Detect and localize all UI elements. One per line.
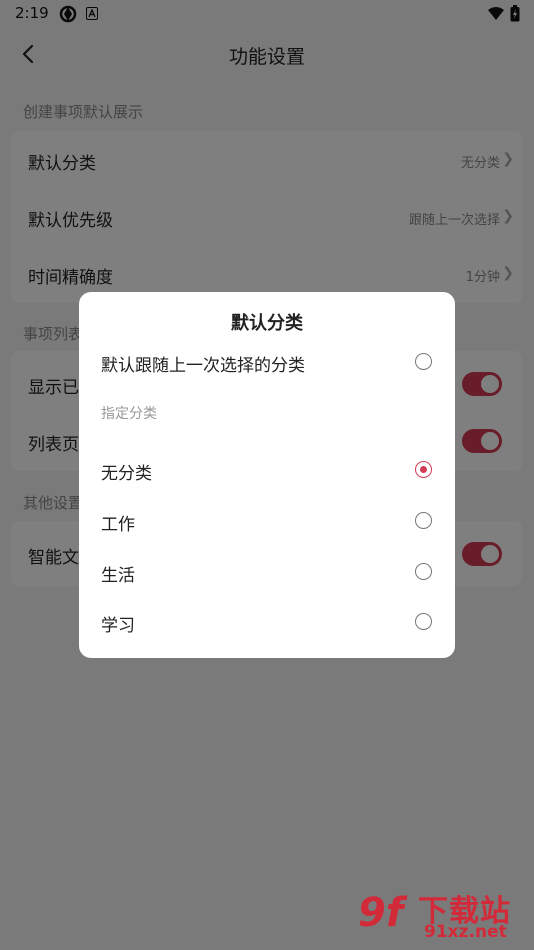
- radio-button[interactable]: [415, 563, 432, 580]
- option-label: 学习: [101, 616, 135, 636]
- watermark-url: 91xz.net: [424, 922, 507, 942]
- radio-button[interactable]: [415, 353, 432, 370]
- option-life[interactable]: 生活: [79, 552, 455, 592]
- option-label: 默认跟随上一次选择的分类: [101, 356, 305, 376]
- option-work[interactable]: 工作: [79, 501, 455, 541]
- dialog-title: 默认分类: [231, 313, 303, 334]
- option-follow-last[interactable]: 默认跟随上一次选择的分类: [79, 342, 455, 382]
- radio-button[interactable]: [415, 512, 432, 529]
- radio-button-selected[interactable]: [415, 461, 432, 478]
- watermark-logo: 9f: [358, 890, 404, 936]
- option-label: 工作: [101, 515, 135, 535]
- category-dialog: 默认分类 默认跟随上一次选择的分类 指定分类 无分类 工作 生活 学习: [79, 292, 455, 658]
- option-label: 生活: [101, 566, 135, 586]
- option-no-category[interactable]: 无分类: [79, 450, 455, 490]
- radio-button[interactable]: [415, 613, 432, 630]
- option-label: 无分类: [101, 464, 152, 484]
- watermark: 9f 下载站 91xz.net: [358, 886, 528, 948]
- dialog-subheader: 指定分类: [101, 406, 157, 422]
- option-study[interactable]: 学习: [79, 602, 455, 642]
